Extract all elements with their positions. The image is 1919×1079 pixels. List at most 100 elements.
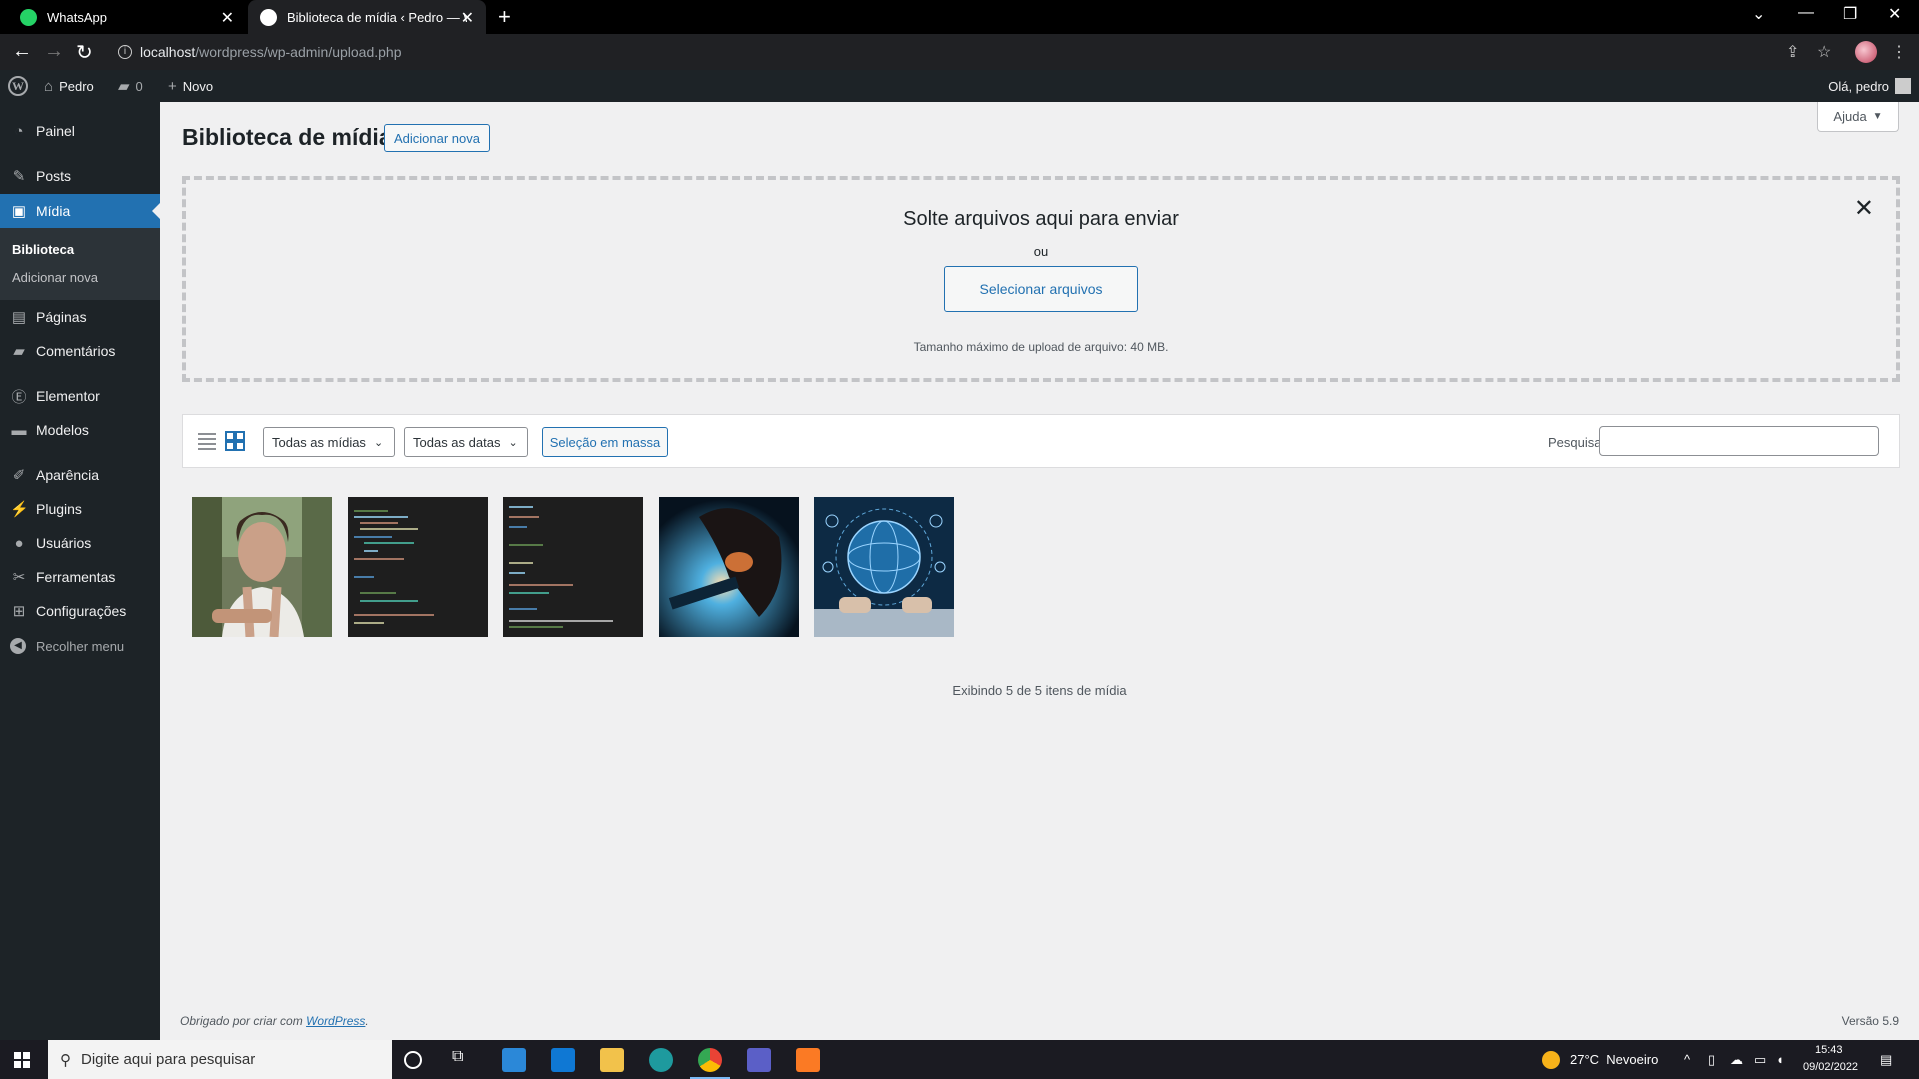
media-item-portrait[interactable] xyxy=(192,497,332,637)
sidebar-item-modelos[interactable]: ▬ Modelos xyxy=(0,413,160,447)
xampp-icon[interactable] xyxy=(796,1048,820,1072)
sidebar-item-ferramentas[interactable]: ✂ Ferramentas xyxy=(0,560,160,594)
submenu-add-new[interactable]: Adicionar nova xyxy=(12,270,98,285)
sidebar-item-comentarios[interactable]: ▰ Comentários xyxy=(0,334,160,368)
tab-whatsapp[interactable]: WhatsApp ✕ xyxy=(8,0,246,34)
back-icon[interactable]: ← xyxy=(12,40,32,63)
close-tab-icon[interactable]: ✕ xyxy=(221,8,234,28)
tab-media-library[interactable]: Biblioteca de mídia ‹ Pedro — W ✕ xyxy=(248,0,486,34)
sidebar-item-label: Páginas xyxy=(36,309,87,325)
comments-link[interactable]: ▰ 0 xyxy=(118,70,143,102)
bulk-select-button[interactable]: Seleção em massa xyxy=(542,427,668,457)
collapse-arrow-icon: ◀ xyxy=(10,638,26,654)
address-bar[interactable]: i localhost /wordpress/wp-admin/upload.p… xyxy=(108,37,1808,67)
code-screenshot-thumbnail xyxy=(503,497,643,637)
onedrive-icon[interactable]: ☁ xyxy=(1730,1052,1743,1068)
elementor-icon: Ⓔ xyxy=(11,388,27,406)
user-avatar xyxy=(1895,78,1911,94)
wrench-icon: ✂ xyxy=(12,569,26,586)
edge-icon[interactable] xyxy=(649,1048,673,1072)
mail-icon[interactable] xyxy=(551,1048,575,1072)
windows-start-icon[interactable] xyxy=(14,1052,30,1068)
teams-icon[interactable] xyxy=(747,1048,771,1072)
weather-text[interactable]: 27°C Nevoeiro xyxy=(1570,1052,1658,1067)
sidebar-item-label: Elementor xyxy=(36,388,100,404)
select-value: Todas as datas xyxy=(413,434,501,450)
select-files-button[interactable]: Selecionar arquivos xyxy=(944,266,1138,312)
media-item-hacker[interactable] xyxy=(659,497,799,637)
select-value: Todas as mídias xyxy=(272,434,366,450)
grid-view-icon[interactable] xyxy=(225,431,245,451)
taskbar-search-placeholder: Digite aqui para pesquisar xyxy=(81,1051,256,1068)
upload-dropzone[interactable]: ✕ Solte arquivos aqui para enviar ou Sel… xyxy=(182,176,1900,382)
file-explorer-icon[interactable] xyxy=(600,1048,624,1072)
taskbar-search-box[interactable]: ⚲ Digite aqui para pesquisar xyxy=(48,1040,392,1079)
new-content-link[interactable]: + Novo xyxy=(168,70,213,102)
wordpress-link[interactable]: WordPress xyxy=(306,1014,365,1028)
share-icon[interactable]: ⇪ xyxy=(1786,42,1799,62)
reload-icon[interactable]: ↻ xyxy=(76,40,93,65)
home-icon: ⌂ xyxy=(44,77,54,95)
search-icon: ⚲ xyxy=(60,1051,71,1069)
upload-or: ou xyxy=(1033,244,1049,259)
media-item-code-1[interactable] xyxy=(348,497,488,637)
sidebar-item-label: Aparência xyxy=(36,467,100,483)
help-button[interactable]: Ajuda ▼ xyxy=(1817,102,1899,132)
site-name-link[interactable]: ⌂ Pedro xyxy=(44,70,94,102)
close-tab-icon[interactable]: ✕ xyxy=(461,8,474,28)
minimize-icon[interactable]: — xyxy=(1798,4,1814,22)
chevron-down-icon: ⌄ xyxy=(508,436,518,449)
sidebar-item-painel[interactable]: ◔ Painel xyxy=(0,114,160,148)
sidebar-item-plugins[interactable]: ⚡ Plugins xyxy=(0,492,160,526)
submenu-library[interactable]: Biblioteca xyxy=(12,242,74,257)
tab-search-chevron-icon[interactable]: ⌄ xyxy=(1752,4,1765,24)
sidebar-item-configuracoes[interactable]: ⊞ Configurações xyxy=(0,594,160,628)
new-label: Novo xyxy=(182,78,214,94)
cortana-icon[interactable] xyxy=(404,1051,422,1069)
search-input[interactable] xyxy=(1599,426,1879,456)
media-item-code-2[interactable] xyxy=(503,497,643,637)
folder-icon: ▬ xyxy=(11,421,27,439)
admin-sidebar: ◔ Painel ✎ Posts ▣ Mídia Biblioteca Adic… xyxy=(0,102,160,1040)
wp-logo-menu[interactable]: W xyxy=(8,70,28,102)
sidebar-item-elementor[interactable]: Ⓔ Elementor xyxy=(0,379,160,413)
volume-icon[interactable]: ◖ xyxy=(1776,1052,1784,1067)
collapse-label: Recolher menu xyxy=(36,638,125,654)
close-window-icon[interactable]: ✕ xyxy=(1888,4,1901,24)
sidebar-item-midia[interactable]: ▣ Mídia xyxy=(0,194,160,228)
task-view-icon[interactable]: ⧉ xyxy=(452,1048,476,1072)
chrome-icon[interactable] xyxy=(698,1048,722,1072)
clock-time[interactable]: 15:43 xyxy=(1815,1044,1843,1056)
sidebar-item-usuarios[interactable]: ● Usuários xyxy=(0,526,160,560)
forward-icon[interactable]: → xyxy=(44,40,64,63)
wp-admin-bar: W ⌂ Pedro ▰ 0 + Novo Olá, pedro xyxy=(0,70,1919,102)
sidebar-item-posts[interactable]: ✎ Posts xyxy=(0,159,160,193)
media-type-filter[interactable]: Todas as mídias ⌄ xyxy=(263,427,395,457)
tray-app-icon[interactable]: ▯ xyxy=(1708,1052,1715,1068)
sidebar-item-paginas[interactable]: ▤ Páginas xyxy=(0,300,160,334)
menu-dots-icon[interactable]: ⋮ xyxy=(1891,42,1907,62)
media-item-tech[interactable] xyxy=(814,497,954,637)
browser-toolbar: ← → ↻ i localhost /wordpress/wp-admin/up… xyxy=(0,34,1919,70)
site-info-icon[interactable]: i xyxy=(118,45,132,59)
restore-icon[interactable]: ❐ xyxy=(1843,4,1857,24)
date-filter[interactable]: Todas as datas ⌄ xyxy=(404,427,528,457)
notifications-icon[interactable]: ▤ xyxy=(1880,1052,1892,1068)
clock-date[interactable]: 09/02/2022 xyxy=(1803,1061,1858,1073)
user-account-menu[interactable]: Olá, pedro xyxy=(1828,70,1911,102)
weather-icon[interactable] xyxy=(1542,1051,1560,1069)
collapse-menu-button[interactable]: ◀ Recolher menu xyxy=(10,638,124,654)
list-view-icon[interactable] xyxy=(197,431,217,451)
bookmark-star-icon[interactable]: ☆ xyxy=(1817,42,1831,62)
sidebar-item-aparencia[interactable]: ✐ Aparência xyxy=(0,458,160,492)
site-name: Pedro xyxy=(59,78,94,94)
chevron-down-icon: ⌄ xyxy=(373,436,384,449)
add-new-button[interactable]: Adicionar nova xyxy=(384,124,490,152)
new-tab-icon[interactable]: + xyxy=(498,4,511,30)
store-icon[interactable] xyxy=(502,1048,526,1072)
upload-instructions: Solte arquivos aqui para enviar xyxy=(903,208,1179,230)
tray-chevron-icon[interactable]: ^ xyxy=(1684,1052,1690,1067)
network-icon[interactable]: ▭ xyxy=(1754,1052,1766,1068)
profile-avatar[interactable] xyxy=(1855,41,1877,63)
media-icon: ▣ xyxy=(11,203,27,220)
